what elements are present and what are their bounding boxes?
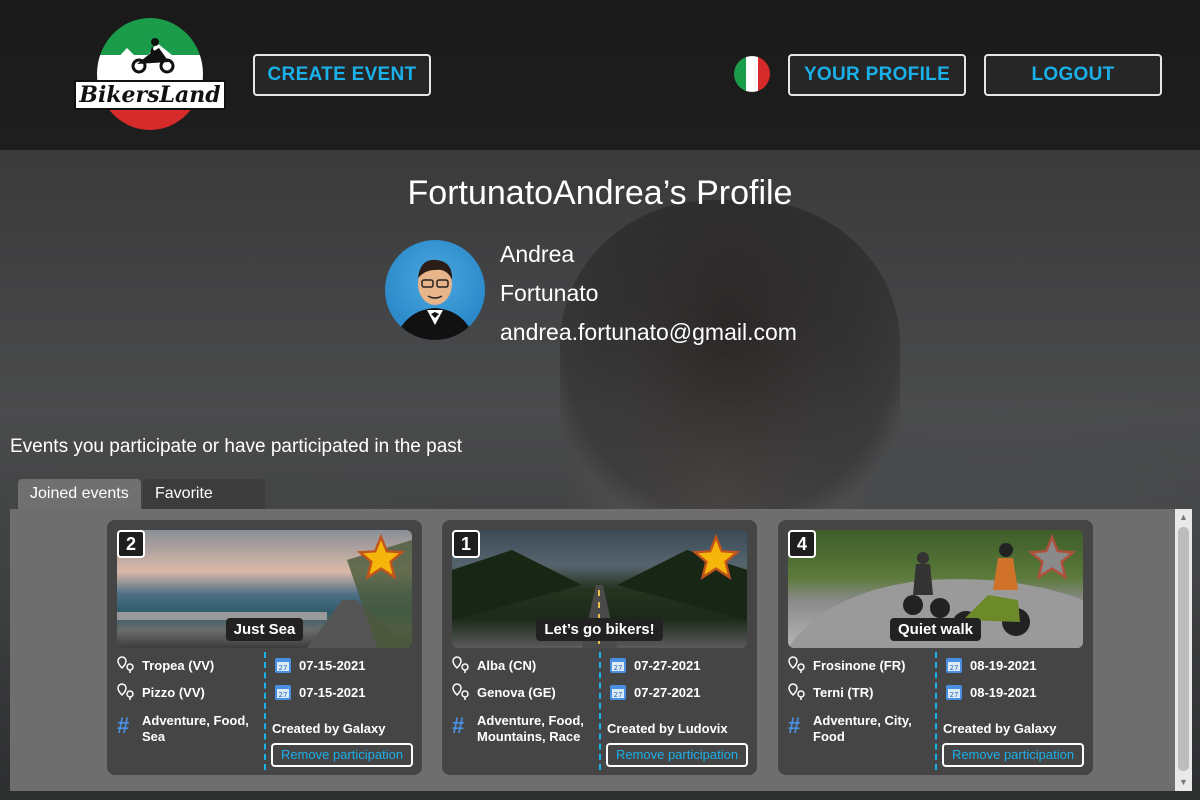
bikersland-logo[interactable]: BikersLand	[74, 18, 226, 130]
favorite-star-icon[interactable]	[357, 534, 405, 582]
your-profile-button[interactable]: YOUR PROFILE	[788, 54, 966, 96]
location-pin-icon	[117, 683, 134, 700]
remove-participation-button[interactable]: Remove participation	[606, 743, 748, 767]
logout-button[interactable]: LOGOUT	[984, 54, 1162, 96]
event-end-date: 07-27-2021	[634, 685, 701, 700]
event-tags: Adventure, Food, Sea	[142, 713, 249, 744]
create-event-button[interactable]: CREATE EVENT	[253, 54, 431, 96]
event-number-badge: 4	[788, 530, 816, 558]
profile-last-name: Fortunato	[500, 280, 599, 306]
event-creator: Created by Ludovix	[607, 721, 728, 736]
event-title: Just Sea	[107, 618, 422, 641]
event-card[interactable]: 2 Just Sea Tropea (VV) Pizzo (VV) # Adve…	[107, 520, 422, 775]
card-divider	[264, 652, 266, 770]
remove-participation-button[interactable]: Remove participation	[271, 743, 413, 767]
event-tags: Adventure, City, Food	[813, 713, 912, 744]
remove-participation-button[interactable]: Remove participation	[942, 743, 1084, 767]
card-divider	[935, 652, 937, 770]
events-scrollbar[interactable]: ▲ ▼	[1175, 509, 1192, 791]
logo-text: BikersLand	[74, 80, 226, 110]
svg-text:27: 27	[614, 664, 623, 672]
location-pin-icon	[452, 656, 469, 673]
calendar-icon: 27	[275, 658, 291, 673]
hashtag-icon: #	[452, 713, 465, 738]
card-divider	[599, 652, 601, 770]
svg-text:27: 27	[279, 664, 288, 672]
event-title: Let’s go bikers!	[442, 618, 757, 641]
favorite-star-icon[interactable]	[1028, 534, 1076, 582]
calendar-icon: 27	[610, 658, 626, 673]
event-card[interactable]: 4 Quiet walk Frosinone (FR) Terni (TR) #…	[778, 520, 1093, 775]
calendar-icon: 27	[610, 685, 626, 700]
event-to-place: Genova (GE)	[477, 685, 556, 700]
hashtag-icon: #	[788, 713, 801, 738]
avatar	[385, 240, 485, 340]
location-pin-icon	[788, 656, 805, 673]
event-from-place: Alba (CN)	[477, 658, 537, 673]
scroll-up-icon[interactable]: ▲	[1178, 512, 1189, 522]
event-number-badge: 1	[452, 530, 480, 558]
calendar-icon: 27	[946, 658, 962, 673]
scroll-thumb[interactable]	[1178, 527, 1189, 771]
event-start-date: 07-15-2021	[299, 658, 366, 673]
event-from-place: Tropea (VV)	[142, 658, 215, 673]
tab-joined-events[interactable]: Joined events	[18, 479, 141, 509]
hashtag-icon: #	[117, 713, 130, 738]
event-start-date: 07-27-2021	[634, 658, 701, 673]
scroll-down-icon[interactable]: ▼	[1178, 777, 1189, 787]
profile-email: andrea.fortunato@gmail.com	[500, 319, 797, 345]
location-pin-icon	[452, 683, 469, 700]
profile-first-name: Andrea	[500, 241, 575, 267]
svg-text:27: 27	[279, 691, 288, 699]
event-to-place: Terni (TR)	[813, 685, 874, 700]
tab-favorite-events[interactable]: Favorite events	[143, 479, 265, 532]
event-creator: Created by Galaxy	[943, 721, 1057, 736]
events-section-title: Events you participate or have participa…	[10, 436, 463, 457]
event-end-date: 07-15-2021	[299, 685, 366, 700]
background-motorcyclist	[560, 200, 900, 520]
header-bar: BikersLand CREATE EVENT YOUR PROFILE LOG…	[0, 0, 1200, 150]
logo-emblem	[97, 18, 203, 130]
location-pin-icon	[788, 683, 805, 700]
event-end-date: 08-19-2021	[970, 685, 1037, 700]
location-pin-icon	[117, 656, 134, 673]
event-title: Quiet walk	[778, 618, 1093, 641]
calendar-icon: 27	[275, 685, 291, 700]
favorite-star-icon[interactable]	[692, 534, 740, 582]
event-from-place: Frosinone (FR)	[813, 658, 906, 673]
italy-flag-icon[interactable]	[734, 56, 770, 92]
event-number-badge: 2	[117, 530, 145, 558]
event-card[interactable]: 1 Let’s go bikers! Alba (CN) Genova (GE)…	[442, 520, 757, 775]
page-title: FortunatoAndrea’s Profile	[407, 174, 793, 212]
svg-text:27: 27	[950, 664, 959, 672]
event-start-date: 08-19-2021	[970, 658, 1037, 673]
event-tags: Adventure, Food, Mountains, Race	[477, 713, 584, 744]
svg-text:27: 27	[950, 691, 959, 699]
svg-text:27: 27	[614, 691, 623, 699]
event-to-place: Pizzo (VV)	[142, 685, 205, 700]
event-creator: Created by Galaxy	[272, 721, 386, 736]
calendar-icon: 27	[946, 685, 962, 700]
